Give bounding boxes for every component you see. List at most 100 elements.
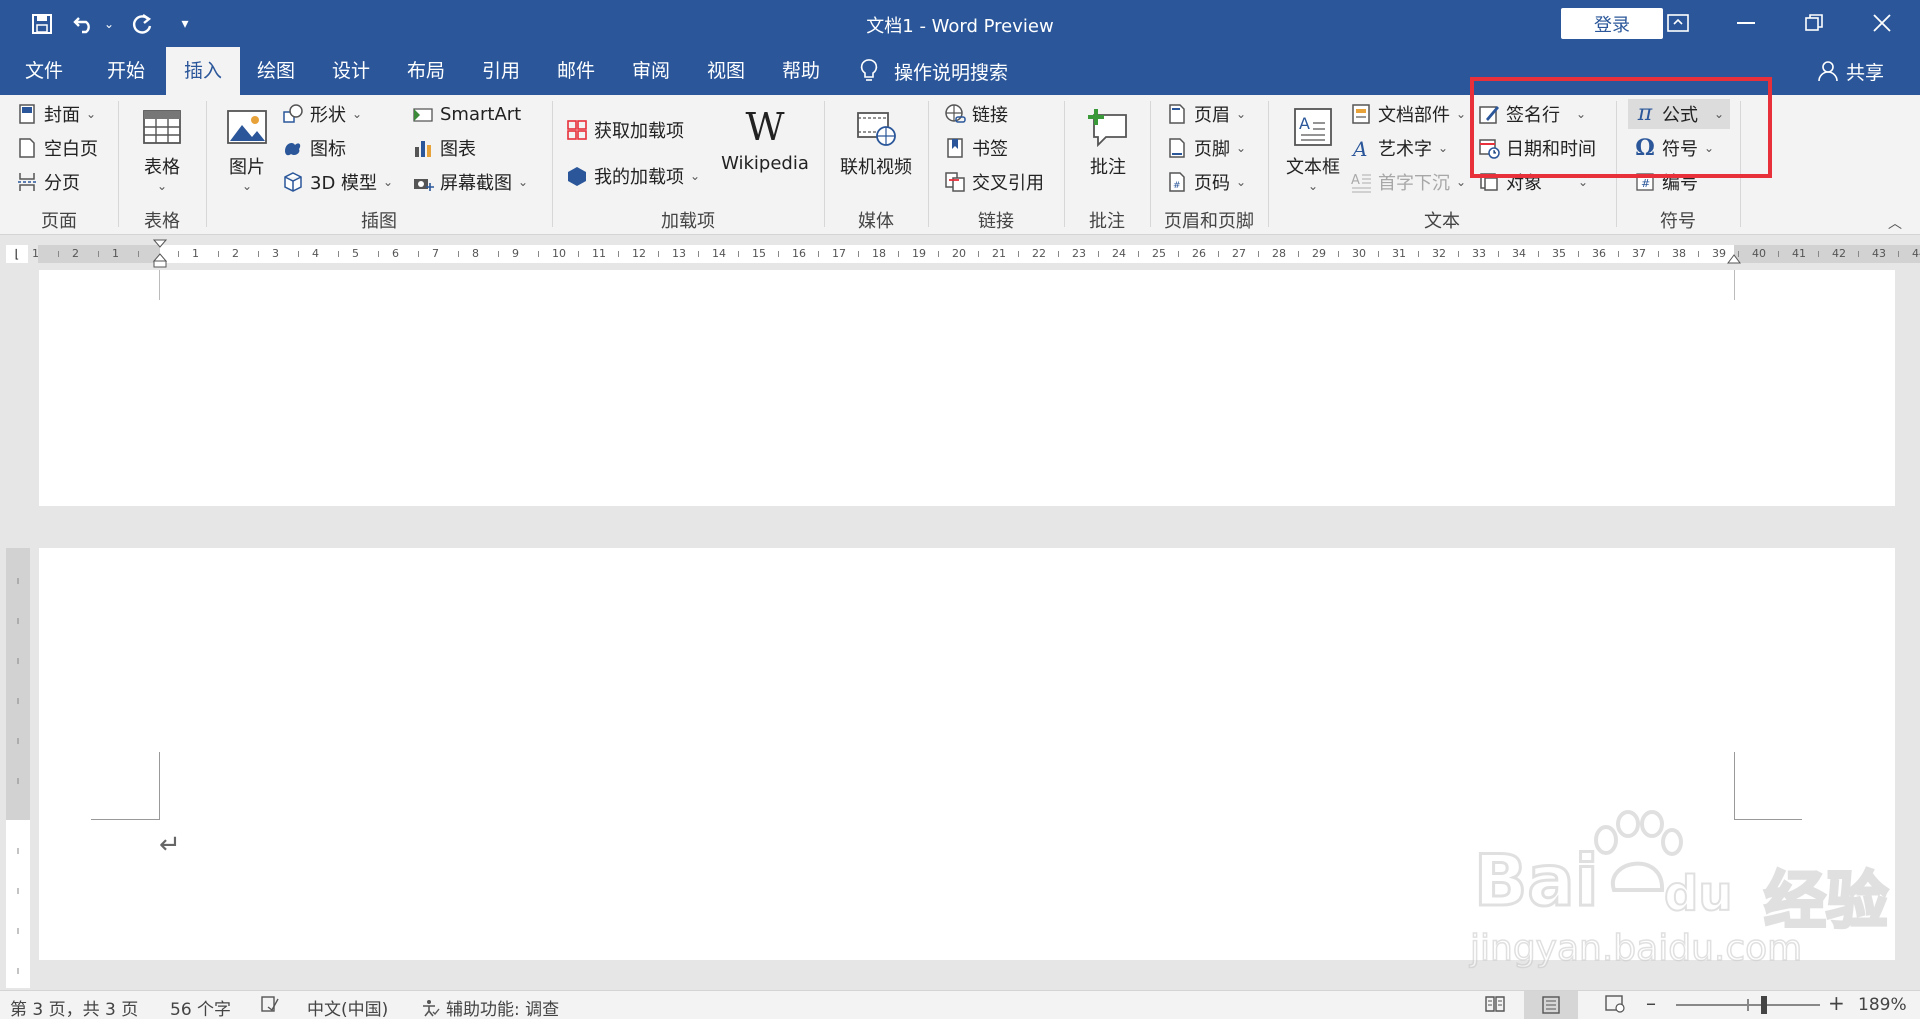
bookmark-icon — [944, 137, 966, 159]
vertical-ruler[interactable] — [6, 548, 30, 988]
ruler-tick-mark — [1258, 251, 1259, 257]
share-button[interactable]: 共享 — [1818, 47, 1884, 95]
ruler-tick-label: 5 — [352, 247, 359, 260]
ruler-tick-mark — [618, 251, 619, 257]
text-box-button[interactable]: A 文本框 ⌄ — [1280, 105, 1346, 193]
minimize-icon[interactable] — [1716, 6, 1776, 40]
tab-mailings[interactable]: 邮件 — [542, 47, 610, 95]
right-indent-marker-icon[interactable] — [1727, 252, 1741, 266]
horizontal-ruler[interactable]: ⌊ 1 2 1 1 2 3 4 5 6 7 8 9 10 11 12 13 14 15 16 17 18 19 20 21 22… — [0, 236, 1920, 270]
ruler-tick-mark — [218, 251, 219, 257]
customize-quick-access-icon[interactable]: ▾ — [178, 8, 192, 40]
ruler-tick-mark — [1858, 251, 1859, 257]
picture-button[interactable]: 图片 ⌄ — [222, 105, 272, 193]
paragraph-mark-icon[interactable]: ↵ — [159, 830, 181, 860]
save-icon[interactable] — [28, 8, 56, 40]
my-addins-button[interactable]: 我的加载项 ⌄ — [566, 161, 700, 191]
zoom-in-button[interactable]: + — [1828, 991, 1845, 1015]
smartart-button[interactable]: SmartArt — [412, 99, 521, 129]
ruler-tick-mark — [1138, 251, 1139, 257]
ruler-tick-label: 39 — [1712, 247, 1726, 260]
proofing-icon[interactable] — [260, 995, 280, 1018]
screenshot-button[interactable]: 屏幕截图 ⌄ — [412, 167, 528, 197]
ruler-tick-label: 37 — [1632, 247, 1646, 260]
ruler-tick-label: 22 — [1032, 247, 1046, 260]
page-2-bottom[interactable] — [39, 270, 1895, 506]
tab-insert[interactable]: 插入 — [166, 47, 240, 95]
ruler-tick-mark — [938, 251, 939, 257]
3d-models-button[interactable]: 3D 模型 ⌄ — [282, 167, 393, 197]
ruler-tick-mark — [538, 251, 539, 257]
svg-text:#: # — [1641, 177, 1650, 190]
restore-icon[interactable] — [1784, 6, 1844, 40]
redo-icon[interactable] — [128, 8, 156, 40]
ruler-tick-label: 13 — [672, 247, 686, 260]
page-count[interactable]: 第 3 页，共 3 页 — [10, 995, 138, 1019]
tab-draw[interactable]: 绘图 — [242, 47, 310, 95]
ruler-tick-mark — [1458, 251, 1459, 257]
ruler-tick-mark — [1418, 251, 1419, 257]
status-bar: 第 3 页，共 3 页 56 个字 中文(中国) 辅助功能: 调查 – + 18… — [0, 990, 1920, 1019]
cover-page-button[interactable]: 封面 ⌄ — [16, 99, 96, 129]
ruler-tick-mark — [338, 251, 339, 257]
camera-icon — [412, 171, 434, 193]
ruler-tick-label: 6 — [392, 247, 399, 260]
read-mode-icon[interactable] — [1484, 995, 1506, 1018]
word-count[interactable]: 56 个字 — [170, 995, 231, 1019]
zoom-out-button[interactable]: – — [1646, 991, 1656, 1015]
table-button[interactable]: 表格 ⌄ — [132, 105, 192, 193]
ruler-tick-label: 40 — [1752, 247, 1766, 260]
comment-icon — [1086, 105, 1130, 149]
bookmark-button[interactable]: 书签 — [944, 133, 1008, 163]
shapes-button[interactable]: 形状 ⌄ — [282, 99, 362, 129]
language[interactable]: 中文(中国) — [307, 995, 388, 1019]
collapse-ribbon-icon[interactable]: ︿ — [1888, 213, 1902, 233]
new-comment-button[interactable]: 批注 — [1078, 105, 1138, 179]
tab-design[interactable]: 设计 — [317, 47, 385, 95]
online-video-button[interactable]: 联机视频 — [836, 105, 916, 179]
cross-reference-button[interactable]: 交叉引用 — [944, 167, 1044, 197]
ruler-tick-mark — [898, 251, 899, 257]
ruler-tick-label: 43 — [1872, 247, 1886, 260]
footer-icon — [1166, 137, 1188, 159]
ribbon-display-options-icon[interactable] — [1648, 6, 1708, 40]
get-addins-button[interactable]: 获取加载项 — [566, 115, 684, 145]
link-button[interactable]: 链接 — [944, 99, 1008, 129]
tell-me-search[interactable]: 操作说明搜索 — [860, 47, 1008, 95]
footer-button[interactable]: 页脚 ⌄ — [1166, 133, 1246, 163]
ruler-tick-mark — [818, 251, 819, 257]
wordart-button[interactable]: A 艺术字 ⌄ — [1350, 133, 1448, 163]
wikipedia-button[interactable]: W Wikipedia — [720, 105, 810, 174]
quick-parts-button[interactable]: 文档部件 ⌄ — [1350, 99, 1466, 129]
cover-page-icon — [16, 103, 38, 125]
ruler-tick-mark — [1698, 251, 1699, 257]
page-break-button[interactable]: 分页 — [16, 167, 80, 197]
tab-help[interactable]: 帮助 — [767, 47, 835, 95]
title-bar: ⌄ ▾ 文档1 - Word Preview 登录 — [0, 0, 1920, 47]
word-window: ⌄ ▾ 文档1 - Word Preview 登录 文件 开始 插入 绘图 设计… — [0, 0, 1920, 1019]
zoom-level[interactable]: 189% — [1858, 995, 1907, 1015]
smartart-icon — [412, 103, 434, 125]
tab-review[interactable]: 审阅 — [617, 47, 685, 95]
header-button[interactable]: 页眉 ⌄ — [1166, 99, 1246, 129]
tab-view[interactable]: 视图 — [692, 47, 760, 95]
header-footer-group-label: 页眉和页脚 — [1164, 211, 1254, 232]
store-icon — [566, 119, 588, 141]
icons-button[interactable]: 图标 — [282, 133, 346, 163]
ruler-tick-mark — [138, 251, 139, 257]
chart-button[interactable]: 图表 — [412, 133, 476, 163]
tab-file[interactable]: 文件 — [10, 47, 78, 95]
zoom-slider-thumb[interactable] — [1761, 996, 1767, 1014]
web-layout-icon[interactable] — [1604, 995, 1626, 1018]
print-layout-icon[interactable] — [1524, 991, 1578, 1019]
indent-marker-icon[interactable] — [152, 238, 168, 270]
tab-references[interactable]: 引用 — [467, 47, 535, 95]
close-icon[interactable] — [1852, 6, 1912, 40]
blank-page-button[interactable]: 空白页 — [16, 133, 98, 163]
accessibility-checker[interactable]: 辅助功能: 调查 — [420, 995, 559, 1019]
tab-home[interactable]: 开始 — [92, 47, 160, 95]
page-number-button[interactable]: # 页码 ⌄ — [1166, 167, 1246, 197]
undo-icon[interactable] — [70, 8, 98, 40]
tab-layout[interactable]: 布局 — [392, 47, 460, 95]
undo-dropdown-icon[interactable]: ⌄ — [102, 8, 116, 40]
